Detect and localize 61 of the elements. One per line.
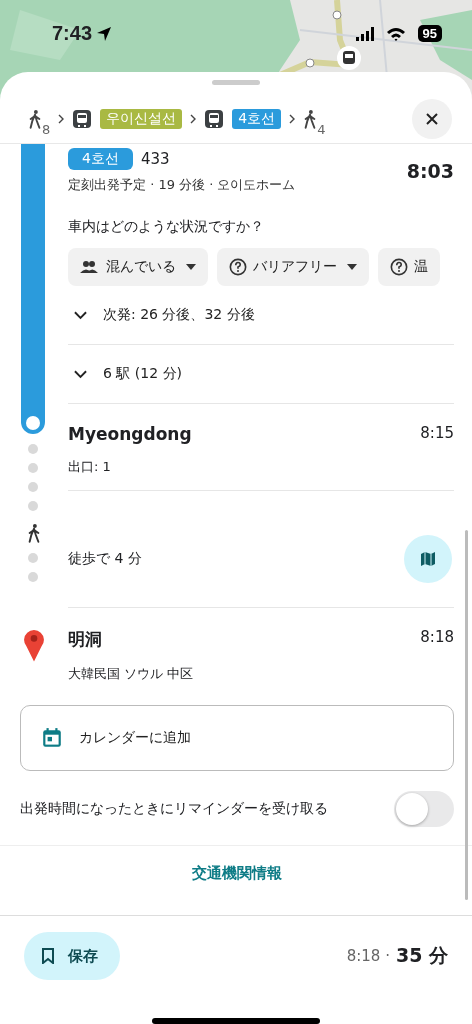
calendar-icon — [41, 727, 63, 749]
reminder-toggle[interactable] — [394, 791, 454, 827]
chevron-icon — [58, 114, 65, 124]
station-name: Myeongdong — [68, 424, 192, 444]
people-icon — [80, 260, 100, 274]
line-badge: 우이신설선 — [100, 109, 183, 129]
help-icon — [229, 258, 247, 276]
arrival-time: 8:18 — [420, 628, 454, 648]
walking-icon — [27, 523, 41, 543]
path-dot — [28, 482, 38, 492]
close-button[interactable] — [412, 99, 452, 139]
walking-icon — [28, 109, 42, 129]
path-dot — [28, 553, 38, 563]
train-icon — [72, 109, 93, 129]
map-icon — [420, 551, 436, 567]
departure-info: 定刻出発予定 · 19 分後 · 오이도ホーム — [68, 176, 297, 194]
feedback-chip[interactable]: 温 — [378, 248, 440, 286]
next-departures-toggle[interactable]: 次発: 26 分後、32 分後 — [68, 286, 255, 344]
line-badge: 4호선 — [232, 109, 282, 129]
add-to-calendar-button[interactable]: カレンダーに追加 — [20, 705, 454, 771]
walking-icon — [303, 109, 318, 129]
location-arrow-icon — [96, 25, 113, 42]
feedback-chip[interactable]: バリアフリー — [217, 248, 369, 286]
stops-toggle[interactable]: 6 駅 (12 分) — [68, 345, 182, 403]
trip-duration: 35 分 — [395, 943, 448, 968]
arrival-time: 8:15 — [420, 424, 454, 444]
path-dot — [28, 572, 38, 582]
location-pin-icon — [23, 628, 45, 662]
destination-address: 大韓民国 ソウル 中区 — [68, 665, 195, 683]
bookmark-icon — [42, 948, 54, 964]
chevron-icon — [190, 114, 197, 124]
walk-minutes: 8 — [42, 122, 51, 137]
path-dot — [28, 444, 38, 454]
feedback-chip[interactable]: 混んでいる — [68, 248, 208, 286]
chevron-icon — [289, 114, 296, 124]
train-icon — [204, 109, 225, 129]
transit-info-link[interactable]: 交通機関情報 — [192, 864, 282, 883]
station-marker — [26, 416, 40, 430]
reminder-label: 出発時間になったときにリマインダーを受け取る — [20, 800, 328, 818]
crowd-question: 車内はどのような状況ですか？ — [68, 218, 265, 236]
path-dot — [28, 501, 38, 511]
close-icon — [425, 112, 439, 126]
walk-minutes: 4 — [317, 122, 326, 137]
chevron-icon — [74, 310, 87, 320]
walk-duration: 徒歩で 4 分 — [68, 550, 142, 568]
train-icon — [337, 46, 361, 70]
signal-icon — [355, 26, 376, 41]
map-button[interactable] — [404, 535, 452, 583]
exit-info: 出口: 1 — [68, 458, 112, 476]
chevron-icon — [74, 369, 87, 379]
arrival-time: 8:18 · — [346, 947, 390, 965]
drag-handle[interactable] — [212, 80, 260, 85]
save-button[interactable]: 保存 — [24, 932, 120, 980]
destination-name: 明洞 — [68, 628, 102, 651]
path-dot — [28, 463, 38, 473]
status-time: 7:43 — [52, 22, 93, 45]
wifi-icon — [385, 26, 406, 41]
help-icon — [390, 258, 408, 276]
line-badge: 4호선 — [68, 148, 133, 170]
train-number: 433 — [140, 150, 170, 168]
departure-time: 8:03 — [406, 160, 454, 182]
